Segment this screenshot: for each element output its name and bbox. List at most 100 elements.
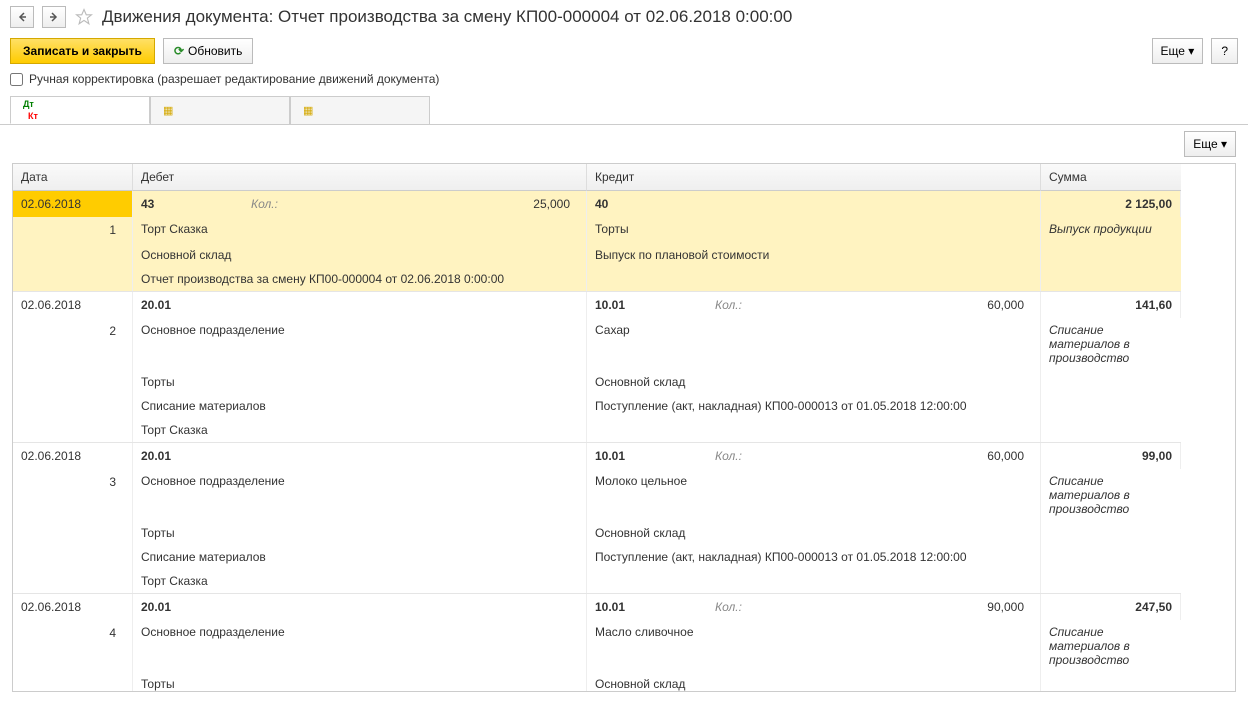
credit-account: 10.01 [595, 449, 715, 463]
favorite-star-icon[interactable] [74, 7, 94, 27]
credit-detail: Выпуск по плановой стоимости [587, 243, 1041, 267]
credit-account: 10.01 [595, 600, 715, 614]
debit-qty [311, 449, 578, 463]
credit-qty: 90,000 [765, 600, 1032, 614]
debit-account: 20.01 [141, 600, 251, 614]
sum-cell: 2 125,00 [1041, 191, 1181, 217]
pad [13, 672, 133, 691]
date-cell: 02.06.2018 [13, 443, 133, 469]
debit-detail: Торты [133, 672, 587, 691]
credit-head: 10.01Кол.:60,000 [587, 292, 1041, 318]
credit-detail: Основной склад [587, 370, 1041, 394]
sum-cell: 99,00 [1041, 443, 1181, 469]
description: Списание материалов в производство [1041, 318, 1181, 370]
description: Списание материалов в производство [1041, 469, 1181, 521]
debit-detail: Основное подразделение [133, 318, 587, 370]
credit-account: 40 [595, 197, 715, 211]
description: Списание материалов в производство [1041, 620, 1181, 672]
debit-detail: Списание материалов [133, 545, 587, 569]
save-close-button[interactable]: Записать и закрыть [10, 38, 155, 64]
debit-detail: Основное подразделение [133, 620, 587, 672]
tab-accounting[interactable]: Дт Кт [10, 96, 150, 124]
debit-detail: Торт Сказка [133, 418, 587, 442]
description [1041, 243, 1181, 267]
qty-label [251, 298, 311, 312]
qty-label [251, 600, 311, 614]
date-cell: 02.06.2018 [13, 191, 133, 217]
back-button[interactable] [10, 6, 34, 28]
pad [13, 569, 133, 593]
credit-detail: Основной склад [587, 672, 1041, 691]
date-cell: 02.06.2018 [13, 594, 133, 620]
credit-head: 40 [587, 191, 1041, 217]
sum-cell: 247,50 [1041, 594, 1181, 620]
table-row[interactable]: 02.06.201820.0110.01Кол.:60,00099,003Осн… [13, 443, 1181, 594]
table-row[interactable]: 02.06.201820.0110.01Кол.:90,000247,504Ос… [13, 594, 1181, 691]
grid-body[interactable]: 02.06.201843Кол.:25,000402 125,001Торт С… [13, 191, 1181, 691]
debit-detail: Торт Сказка [133, 569, 587, 593]
credit-detail: Основной склад [587, 521, 1041, 545]
debit-head: 43Кол.:25,000 [133, 191, 587, 217]
credit-detail: Торты [587, 217, 1041, 243]
forward-button[interactable] [42, 6, 66, 28]
row-number: 3 [13, 469, 133, 521]
qty-label: Кол.: [715, 298, 765, 312]
credit-head: 10.01Кол.:60,000 [587, 443, 1041, 469]
description [1041, 569, 1181, 593]
credit-detail: Поступление (акт, накладная) КП00-000013… [587, 394, 1041, 418]
debit-qty: 25,000 [311, 197, 578, 211]
debit-detail: Торты [133, 521, 587, 545]
pad [13, 545, 133, 569]
col-date[interactable]: Дата [13, 164, 133, 191]
credit-detail [587, 267, 1041, 291]
description [1041, 521, 1181, 545]
description [1041, 370, 1181, 394]
description [1041, 672, 1181, 691]
debit-head: 20.01 [133, 443, 587, 469]
pad [13, 418, 133, 442]
debit-qty [311, 298, 578, 312]
tab-register-2[interactable]: ▦ [290, 96, 430, 124]
sum-cell: 141,60 [1041, 292, 1181, 318]
col-debit[interactable]: Дебет [133, 164, 587, 191]
chevron-down-icon: ▾ [1221, 137, 1227, 151]
more-button[interactable]: Еще ▾ [1152, 38, 1204, 64]
pad [13, 370, 133, 394]
table-row[interactable]: 02.06.201820.0110.01Кол.:60,000141,602Ос… [13, 292, 1181, 443]
credit-qty [765, 197, 1032, 211]
credit-detail: Сахар [587, 318, 1041, 370]
description: Выпуск продукции [1041, 217, 1181, 243]
pad [13, 521, 133, 545]
credit-qty: 60,000 [765, 298, 1032, 312]
debit-account: 20.01 [141, 298, 251, 312]
col-credit[interactable]: Кредит [587, 164, 1041, 191]
row-number: 4 [13, 620, 133, 672]
row-number: 1 [13, 217, 133, 243]
date-cell: 02.06.2018 [13, 292, 133, 318]
table-row[interactable]: 02.06.201843Кол.:25,000402 125,001Торт С… [13, 191, 1181, 292]
credit-qty: 60,000 [765, 449, 1032, 463]
debit-account: 43 [141, 197, 251, 211]
pad [13, 267, 133, 291]
qty-label [715, 197, 765, 211]
description [1041, 267, 1181, 291]
qty-label: Кол.: [251, 197, 311, 211]
debit-qty [311, 600, 578, 614]
credit-detail [587, 569, 1041, 593]
col-sum[interactable]: Сумма [1041, 164, 1181, 191]
refresh-icon: ⟳ [174, 44, 184, 58]
row-number: 2 [13, 318, 133, 370]
tab-register-1[interactable]: ▦ [150, 96, 290, 124]
chevron-down-icon: ▾ [1188, 44, 1194, 58]
debit-detail: Основное подразделение [133, 469, 587, 521]
debit-detail: Списание материалов [133, 394, 587, 418]
help-button[interactable]: ? [1211, 38, 1238, 64]
debit-credit-icon: Дт Кт [23, 98, 38, 122]
description [1041, 545, 1181, 569]
debit-head: 20.01 [133, 594, 587, 620]
manual-edit-checkbox[interactable] [10, 73, 23, 86]
grid-more-button[interactable]: Еще ▾ [1184, 131, 1236, 157]
refresh-button[interactable]: ⟳ Обновить [163, 38, 253, 64]
gear-icon: ▦ [163, 104, 173, 117]
qty-label [251, 449, 311, 463]
